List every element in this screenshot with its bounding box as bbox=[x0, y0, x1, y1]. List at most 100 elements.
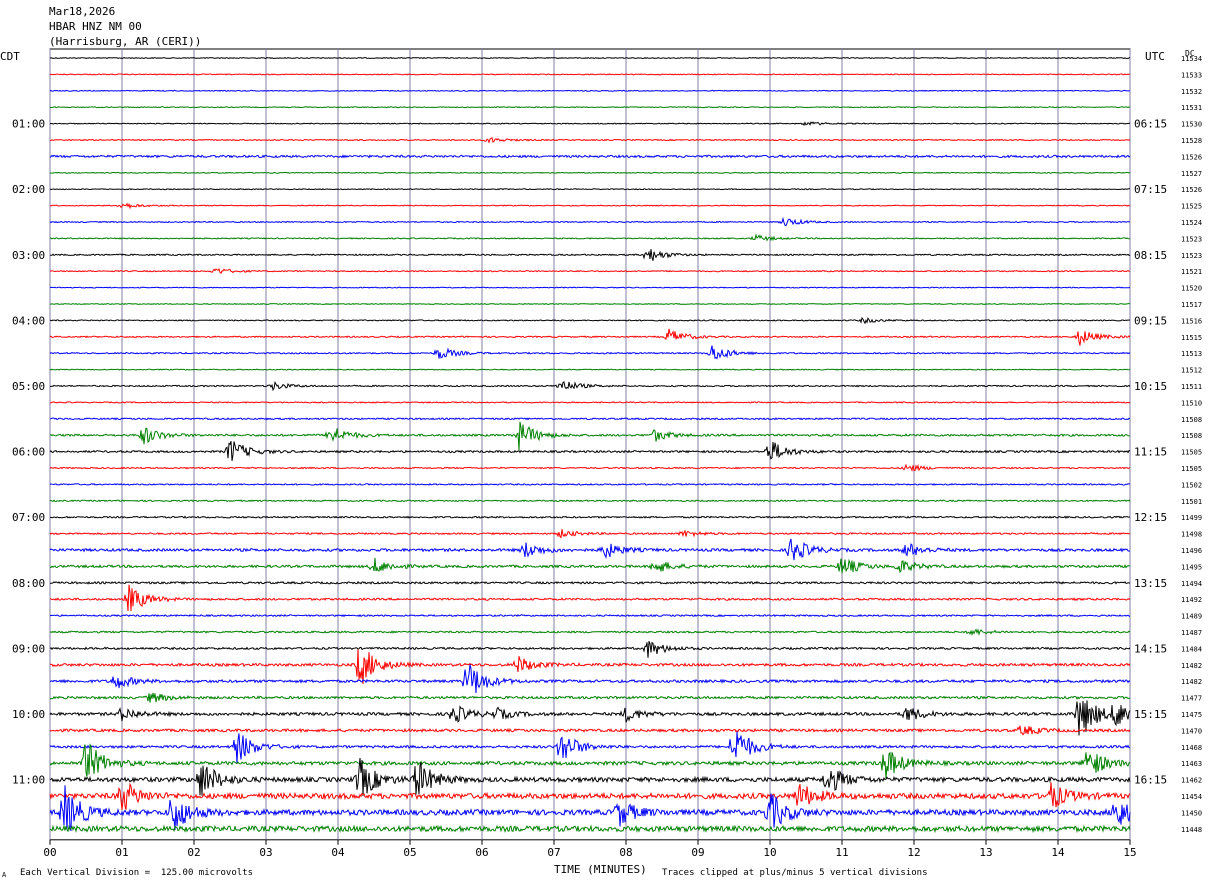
right-hour-label-3: 09:15 bbox=[1134, 314, 1167, 327]
right-hour-label-4: 10:15 bbox=[1134, 380, 1167, 393]
trace-row-19 bbox=[49, 368, 1131, 371]
dc-offset-25: 11505 bbox=[1181, 465, 1202, 473]
trace-row-38 bbox=[49, 664, 1131, 694]
trace-row-23 bbox=[49, 421, 1131, 451]
dc-offset-4: 11530 bbox=[1181, 121, 1202, 129]
dc-offset-13: 11521 bbox=[1181, 268, 1202, 276]
dc-offset-32: 11494 bbox=[1181, 580, 1202, 588]
corner-mark: A bbox=[2, 871, 7, 879]
dc-offset-33: 11492 bbox=[1181, 596, 1202, 604]
dc-offset-12: 11523 bbox=[1181, 252, 1202, 260]
trace-row-33 bbox=[49, 584, 1131, 612]
trace-row-21 bbox=[49, 401, 1131, 404]
x-tick-label-1: 01 bbox=[115, 846, 128, 859]
dc-offset-30: 11496 bbox=[1181, 547, 1202, 555]
left-hour-label-7: 08:00 bbox=[12, 577, 45, 590]
trace-row-20 bbox=[49, 380, 1131, 392]
left-hour-label-3: 04:00 bbox=[12, 314, 45, 327]
left-hour-label-8: 09:00 bbox=[12, 642, 45, 655]
right-hour-label-1: 07:15 bbox=[1134, 183, 1167, 196]
dc-offset-23: 11508 bbox=[1181, 432, 1202, 440]
trace-row-11 bbox=[49, 233, 1131, 242]
x-tick-label-7: 07 bbox=[547, 846, 560, 859]
trace-row-24 bbox=[49, 440, 1131, 461]
dc-offset-15: 11517 bbox=[1181, 301, 1202, 309]
trace-row-47 bbox=[49, 824, 1131, 834]
right-hour-label-6: 12:15 bbox=[1134, 511, 1167, 524]
plot-frame bbox=[49, 48, 1131, 841]
dc-offset-22: 11508 bbox=[1181, 416, 1202, 424]
trace-row-35 bbox=[49, 628, 1131, 637]
dc-offset-14: 11520 bbox=[1181, 285, 1202, 293]
left-hour-label-6: 07:00 bbox=[12, 511, 45, 524]
trace-row-0 bbox=[49, 56, 1131, 60]
trace-row-30 bbox=[49, 538, 1130, 561]
dc-offset-9: 11525 bbox=[1181, 203, 1202, 211]
left-hour-label-9: 10:00 bbox=[12, 708, 45, 721]
x-tick-label-11: 11 bbox=[835, 846, 848, 859]
left-hour-label-2: 03:00 bbox=[12, 249, 45, 262]
trace-row-2 bbox=[49, 89, 1130, 92]
dc-offset-35: 11487 bbox=[1181, 629, 1202, 637]
dc-offset-16: 11516 bbox=[1181, 317, 1202, 325]
dc-offset-1: 11533 bbox=[1181, 71, 1202, 79]
trace-row-39 bbox=[49, 692, 1131, 703]
left-hour-label-4: 05:00 bbox=[12, 380, 45, 393]
dc-offset-17: 11515 bbox=[1181, 334, 1202, 342]
trace-row-13 bbox=[49, 268, 1131, 274]
x-tick-label-12: 12 bbox=[907, 846, 920, 859]
trace-row-37 bbox=[49, 649, 1131, 685]
dc-offset-27: 11501 bbox=[1181, 498, 1202, 506]
x-tick-label-0: 00 bbox=[43, 846, 56, 859]
trace-row-10 bbox=[49, 216, 1131, 227]
trace-row-27 bbox=[49, 499, 1131, 503]
trace-row-41 bbox=[49, 725, 1131, 736]
dc-offset-46: 11450 bbox=[1181, 809, 1202, 817]
left-hour-label-5: 06:00 bbox=[12, 446, 45, 459]
dc-offset-0: 11534 bbox=[1181, 55, 1202, 63]
dc-offset-42: 11468 bbox=[1181, 744, 1202, 752]
trace-row-42 bbox=[49, 731, 1131, 764]
x-tick-label-5: 05 bbox=[403, 846, 416, 859]
dc-offset-3: 11531 bbox=[1181, 104, 1202, 112]
dc-offset-5: 11528 bbox=[1181, 137, 1202, 145]
trace-row-18 bbox=[49, 345, 1131, 360]
helicorder-plot: 00 01 02 03 04 05 06 07 08 09 10 11 12 13 14 15 01:00 02:… bbox=[12, 48, 1202, 859]
dc-offset-38: 11482 bbox=[1181, 678, 1202, 686]
clip-note: Traces clipped at plus/minus 5 vertical … bbox=[662, 868, 928, 878]
dc-offset-19: 11512 bbox=[1181, 367, 1202, 375]
trace-row-36 bbox=[49, 641, 1131, 658]
dc-offset-43: 11463 bbox=[1181, 760, 1202, 768]
trace-row-3 bbox=[49, 106, 1131, 109]
dc-offset-36: 11484 bbox=[1181, 645, 1202, 653]
x-tick-label-2: 02 bbox=[187, 846, 200, 859]
trace-row-14 bbox=[49, 286, 1131, 289]
dc-offset-21: 11510 bbox=[1181, 399, 1202, 407]
trace-row-45 bbox=[49, 782, 1131, 810]
x-tick-label-15: 15 bbox=[1123, 846, 1136, 859]
dc-offset-37: 11482 bbox=[1181, 662, 1202, 670]
left-hour-label-0: 01:00 bbox=[12, 118, 45, 131]
dc-offset-44: 11462 bbox=[1181, 777, 1202, 785]
trace-row-6 bbox=[49, 154, 1131, 159]
x-tick-label-6: 06 bbox=[475, 846, 488, 859]
x-tick-label-10: 10 bbox=[763, 846, 776, 859]
dc-offset-47: 11448 bbox=[1181, 826, 1202, 834]
dc-offset-45: 11454 bbox=[1181, 793, 1202, 801]
trace-row-7 bbox=[49, 171, 1131, 174]
dc-offset-26: 11502 bbox=[1181, 481, 1202, 489]
trace-row-8 bbox=[49, 188, 1130, 191]
right-hour-label-10: 16:15 bbox=[1134, 774, 1167, 787]
trace-row-46 bbox=[49, 785, 1131, 832]
left-hour-label-10: 11:00 bbox=[12, 774, 45, 787]
trace-row-29 bbox=[49, 529, 1131, 539]
x-tick-label-8: 08 bbox=[619, 846, 632, 859]
dc-offset-39: 11477 bbox=[1181, 695, 1202, 703]
dc-offset-34: 11489 bbox=[1181, 613, 1202, 621]
dc-offset-10: 11524 bbox=[1181, 219, 1202, 227]
trace-row-43 bbox=[49, 743, 1131, 779]
x-tick-label-4: 04 bbox=[331, 846, 345, 859]
trace-row-4 bbox=[49, 121, 1131, 127]
dc-offset-31: 11495 bbox=[1181, 563, 1202, 571]
left-hour-label-1: 02:00 bbox=[12, 183, 45, 196]
